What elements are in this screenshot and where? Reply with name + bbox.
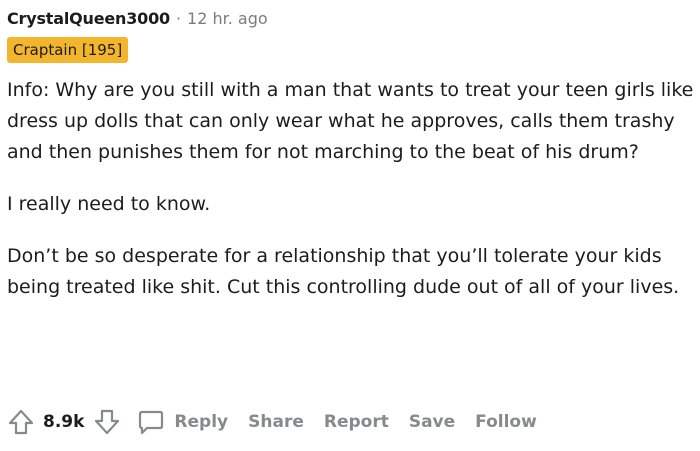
user-flair: Craptain [195]	[7, 37, 129, 63]
save-button[interactable]: Save	[409, 412, 455, 432]
downvote-arrow-icon[interactable]	[93, 408, 121, 436]
author-username[interactable]: CrystalQueen3000	[7, 9, 170, 28]
comment-body: Info: Why are you still with a man that …	[7, 75, 695, 303]
upvote-arrow-icon[interactable]	[7, 408, 35, 436]
comment-paragraph: Info: Why are you still with a man that …	[7, 79, 694, 163]
reply-button[interactable]: Reply	[137, 408, 228, 436]
comment-paragraph: Don’t be so desperate for a relationship…	[7, 245, 680, 298]
vote-score: 8.9k	[43, 412, 85, 432]
comment-meta: CrystalQueen3000 · 12 hr. ago	[7, 3, 695, 33]
report-button[interactable]: Report	[324, 412, 389, 432]
speech-bubble-icon	[137, 408, 165, 436]
comment-timestamp[interactable]: 12 hr. ago	[187, 9, 268, 28]
comment: CrystalQueen3000 · 12 hr. ago Craptain […	[7, 0, 695, 324]
comment-paragraph: I really need to know.	[7, 193, 211, 215]
comment-action-bar: 8.9k Reply Share Report Save Follow	[7, 404, 537, 440]
meta-separator: ·	[175, 8, 182, 28]
share-button[interactable]: Share	[248, 412, 304, 432]
follow-button[interactable]: Follow	[475, 412, 537, 432]
reply-label: Reply	[174, 412, 229, 432]
